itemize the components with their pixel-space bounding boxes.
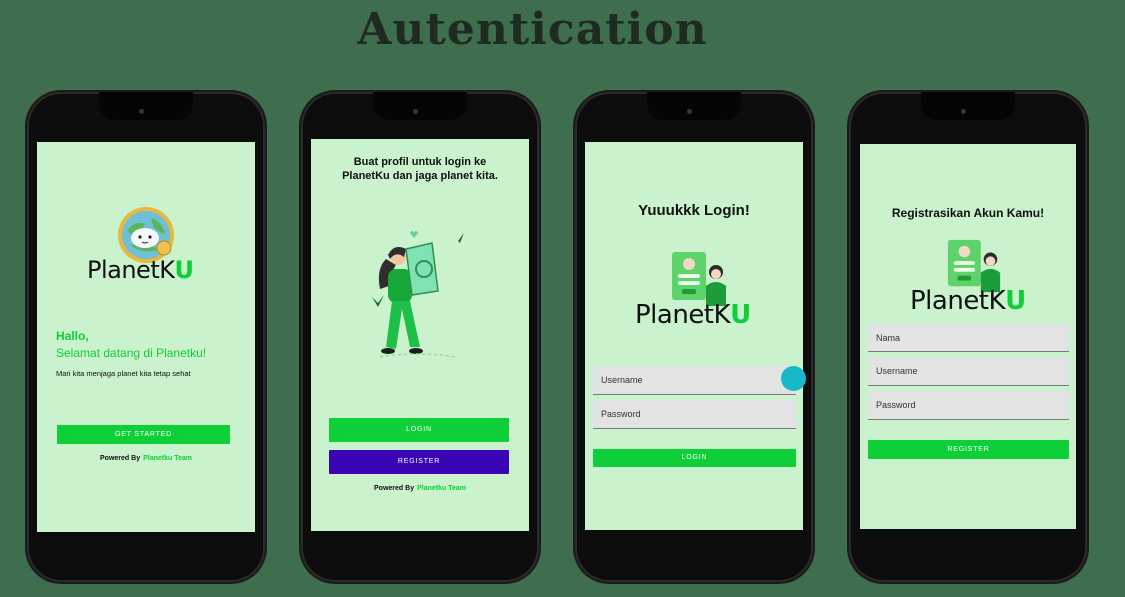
phone-frame-login: Yuuukkk Login! PlanetKU Username Passwor…: [575, 92, 813, 582]
team-label: Planetku Team: [143, 455, 192, 462]
register-button[interactable]: REGISTER: [329, 450, 509, 474]
camera-icon: [687, 109, 692, 114]
powered-by: Powered By Planetku Team: [37, 455, 255, 462]
username-input[interactable]: Username: [593, 366, 796, 395]
logo-accent: U: [1005, 286, 1026, 316]
phone-notch: [921, 92, 1015, 120]
phone-frame-splash: PlanetKU Hallo, Selamat datang di Planet…: [27, 92, 265, 582]
splash-screen: PlanetKU Hallo, Selamat datang di Planet…: [37, 142, 255, 532]
touch-indicator: [781, 366, 806, 391]
phone-notch: [647, 92, 741, 120]
username-input[interactable]: Username: [868, 357, 1069, 386]
password-input[interactable]: Password: [593, 400, 796, 429]
phone-frame-register: Registrasikan Akun Kamu! PlanetKU Nama U…: [849, 92, 1087, 582]
name-input[interactable]: Nama: [868, 324, 1069, 352]
camera-icon: [413, 109, 418, 114]
register-heading: Registrasikan Akun Kamu!: [891, 206, 1045, 220]
page-title: Autentication: [357, 4, 708, 55]
camera-icon: [961, 109, 966, 114]
greeting-text: Hallo,: [56, 329, 89, 343]
login-button[interactable]: LOGIN: [593, 449, 796, 467]
login-heading: Yuuukkk Login!: [638, 202, 750, 219]
app-logo: PlanetKU: [910, 286, 1026, 316]
logo-text: PlanetK: [87, 256, 175, 284]
login-screen: Yuuukkk Login! PlanetKU Username Passwor…: [585, 142, 803, 530]
logo-accent: U: [174, 256, 194, 284]
logo-accent: U: [730, 300, 751, 330]
register-screen: Registrasikan Akun Kamu! PlanetKU Nama U…: [860, 144, 1076, 529]
recycle-illustration: [372, 231, 464, 358]
camera-icon: [139, 109, 144, 114]
phone-notch: [373, 92, 467, 120]
phone-frame-welcome: Buat profil untuk login ke PlanetKu dan …: [301, 92, 539, 582]
welcome-screen: Buat profil untuk login ke PlanetKu dan …: [311, 139, 529, 531]
login-button[interactable]: LOGIN: [329, 418, 509, 442]
get-started-button[interactable]: GET STARTED: [57, 425, 230, 444]
password-input[interactable]: Password: [868, 391, 1069, 420]
subtitle-text: Mari kita menjaga planet kita tetap seha…: [56, 369, 191, 378]
app-logo: PlanetKU: [87, 256, 194, 284]
team-label: Planetku Team: [417, 485, 466, 492]
phone-notch: [99, 92, 193, 120]
welcome-heading: Buat profil untuk login ke PlanetKu dan …: [342, 156, 498, 182]
powered-by-label: Powered By: [100, 455, 141, 462]
logo-text: PlanetK: [635, 300, 731, 330]
powered-by-label: Powered By: [374, 485, 415, 492]
logo-text: PlanetK: [910, 286, 1006, 316]
powered-by: Powered By Planetku Team: [311, 485, 529, 492]
welcome-text: Selamat datang di Planetku!: [56, 346, 207, 360]
register-button[interactable]: REGISTER: [868, 440, 1069, 459]
app-logo: PlanetKU: [635, 300, 751, 330]
